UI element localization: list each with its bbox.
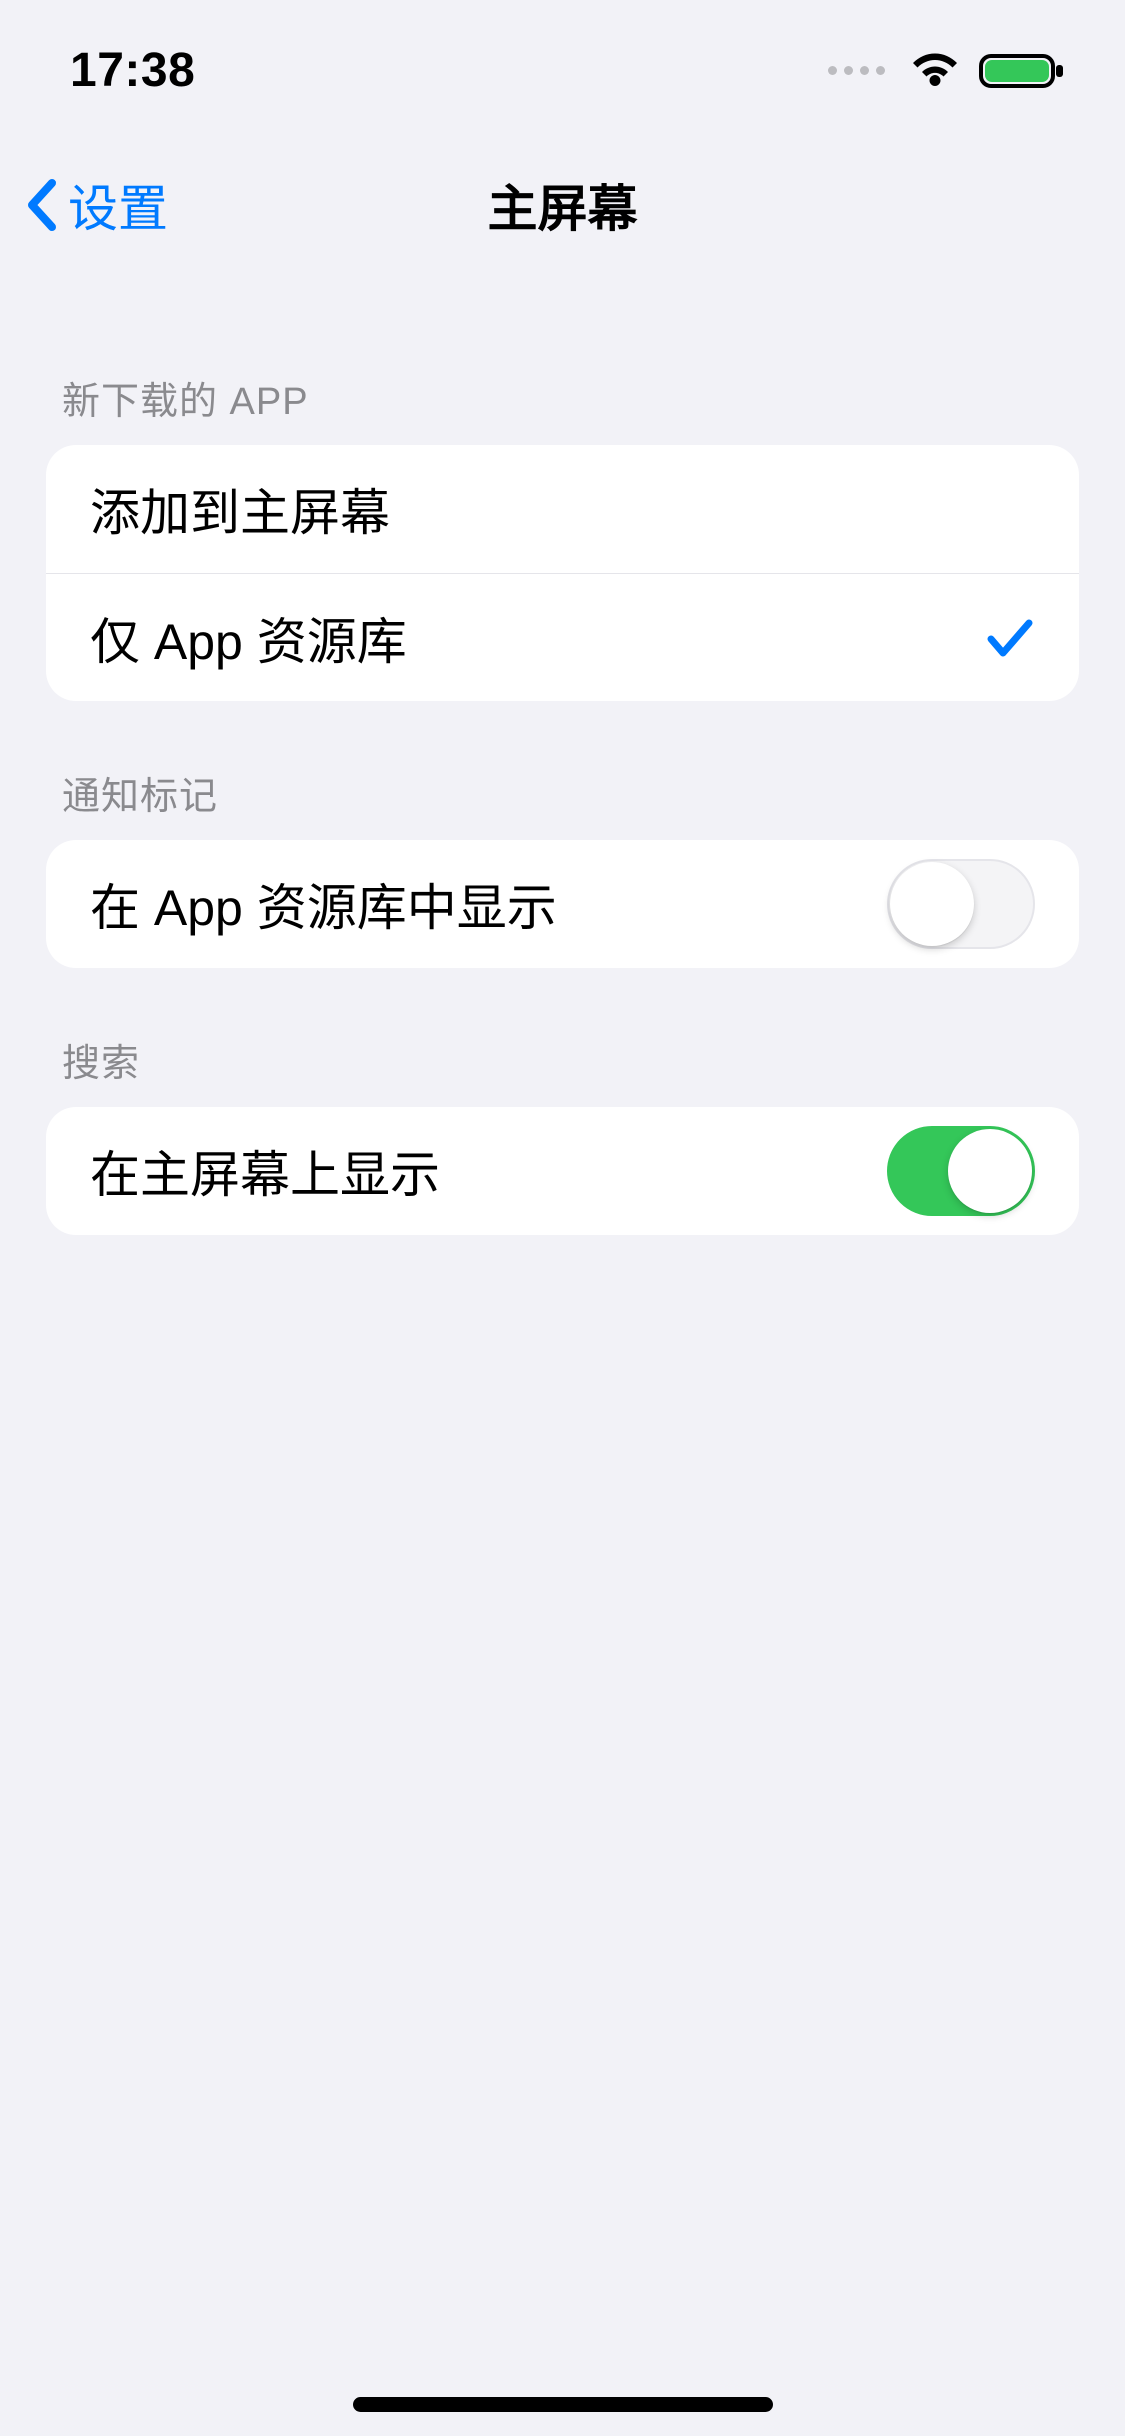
option-label: 添加到主屏幕 — [90, 473, 390, 545]
section-search: 在主屏幕上显示 — [46, 1107, 1079, 1235]
section-notification-badges: 在 App 资源库中显示 — [46, 840, 1079, 968]
status-bar: 17:38 — [0, 0, 1125, 140]
back-label: 设置 — [68, 169, 168, 241]
status-indicators — [828, 50, 1065, 90]
row-label: 在主屏幕上显示 — [90, 1135, 440, 1207]
wifi-icon — [909, 50, 961, 90]
section-header-newly-downloaded: 新下载的 APP — [46, 270, 1079, 445]
home-indicator[interactable] — [353, 2397, 773, 2412]
switch-knob — [948, 1129, 1032, 1213]
switch-knob — [890, 862, 974, 946]
option-app-library-only[interactable]: 仅 App 资源库 — [46, 573, 1079, 701]
toggle-show-on-home-screen[interactable] — [887, 1126, 1035, 1216]
back-button[interactable]: 设置 — [0, 169, 168, 241]
page-title: 主屏幕 — [0, 169, 1125, 241]
option-label: 仅 App 资源库 — [90, 602, 407, 674]
row-label: 在 App 资源库中显示 — [90, 868, 557, 940]
nav-bar: 设置 主屏幕 — [0, 140, 1125, 270]
option-add-to-home[interactable]: 添加到主屏幕 — [46, 445, 1079, 573]
toggle-show-in-app-library[interactable] — [887, 859, 1035, 949]
content: 新下载的 APP 添加到主屏幕 仅 App 资源库 通知标记 在 App 资源库… — [0, 270, 1125, 1235]
row-show-on-home-screen: 在主屏幕上显示 — [46, 1107, 1079, 1235]
status-time: 17:38 — [70, 43, 195, 98]
section-header-search: 搜索 — [46, 968, 1079, 1107]
cellular-dots-icon — [828, 66, 885, 75]
battery-icon — [979, 50, 1065, 90]
row-show-in-app-library: 在 App 资源库中显示 — [46, 840, 1079, 968]
section-newly-downloaded: 添加到主屏幕 仅 App 资源库 — [46, 445, 1079, 701]
chevron-left-icon — [24, 177, 60, 233]
checkmark-icon — [985, 615, 1035, 661]
section-header-notification-badges: 通知标记 — [46, 701, 1079, 840]
